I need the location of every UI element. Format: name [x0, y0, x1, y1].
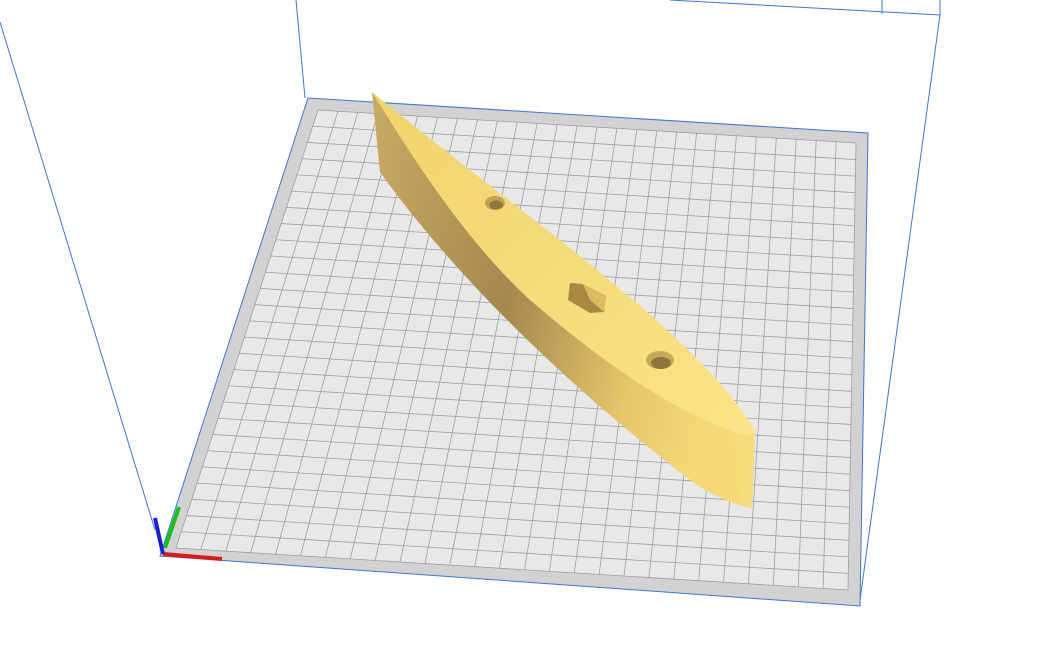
build-volume-edge	[295, 0, 306, 99]
mount-hole-inner-icon	[651, 357, 671, 369]
build-volume-edge	[859, 14, 941, 601]
build-plate[interactable]	[159, 97, 869, 607]
build-volume-edge	[0, 21, 156, 531]
scene-canvas[interactable]	[0, 0, 1037, 647]
z-axis-icon	[153, 517, 165, 555]
model-end-face	[735, 430, 755, 508]
mount-hole-inner-icon	[489, 200, 503, 210]
3d-viewport[interactable]	[0, 0, 1037, 647]
build-volume-edge	[669, 0, 941, 16]
